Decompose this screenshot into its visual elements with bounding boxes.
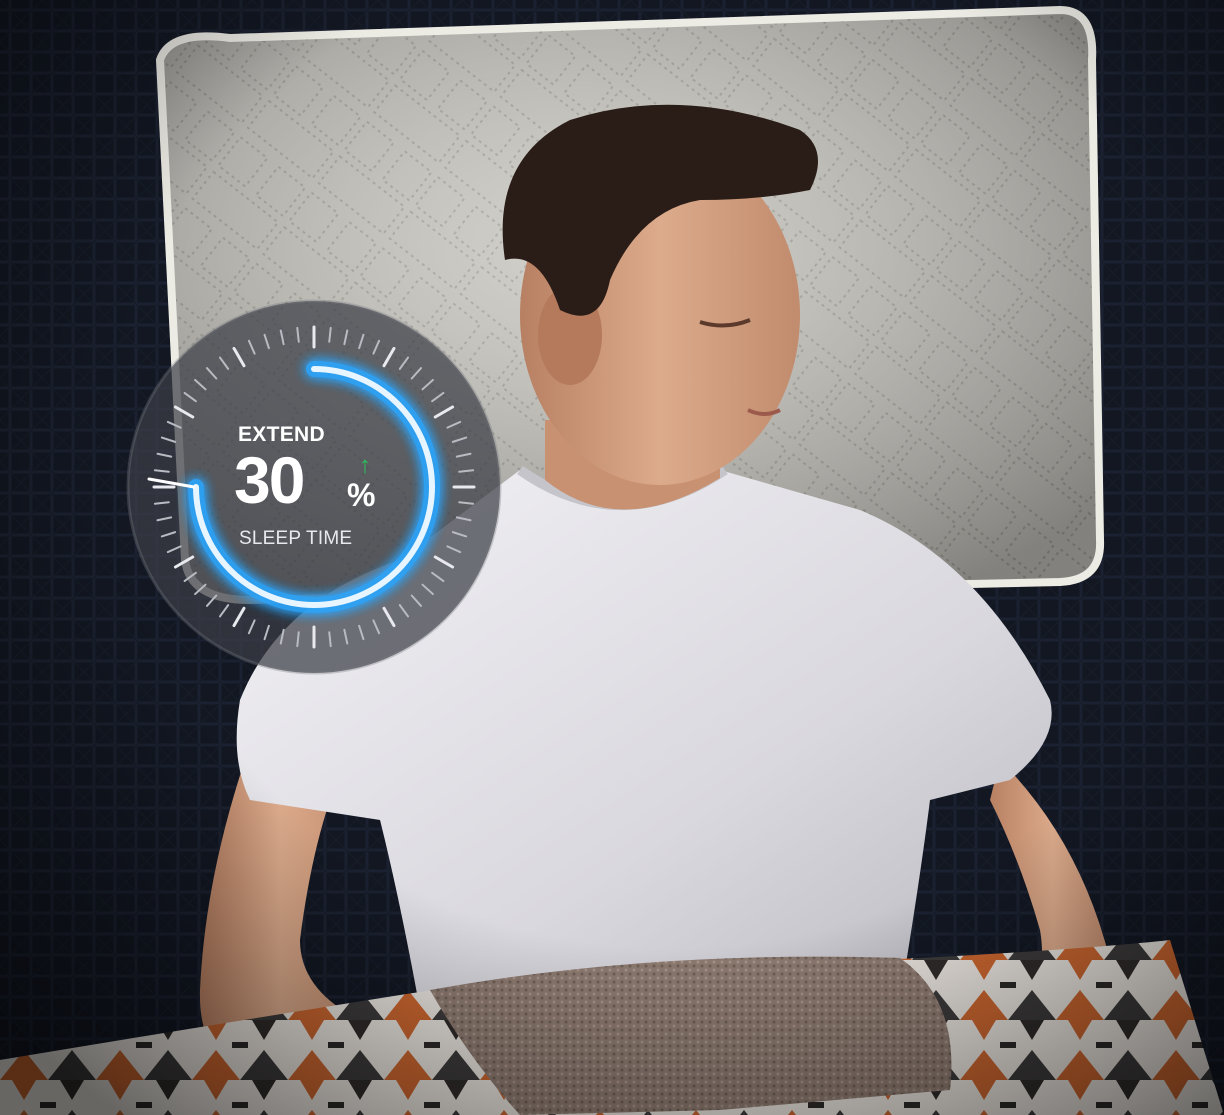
badge-bottom-label: SLEEP TIME	[239, 528, 353, 549]
badge-unit: %	[347, 477, 376, 513]
sleep-time-badge: EXTEND 30 ↑ % SLEEP TIME	[124, 297, 504, 677]
badge-value: 30	[234, 443, 305, 517]
badge-text-group: EXTEND 30 ↑ % SLEEP TIME	[124, 297, 504, 677]
up-arrow-icon: ↑	[359, 452, 371, 479]
